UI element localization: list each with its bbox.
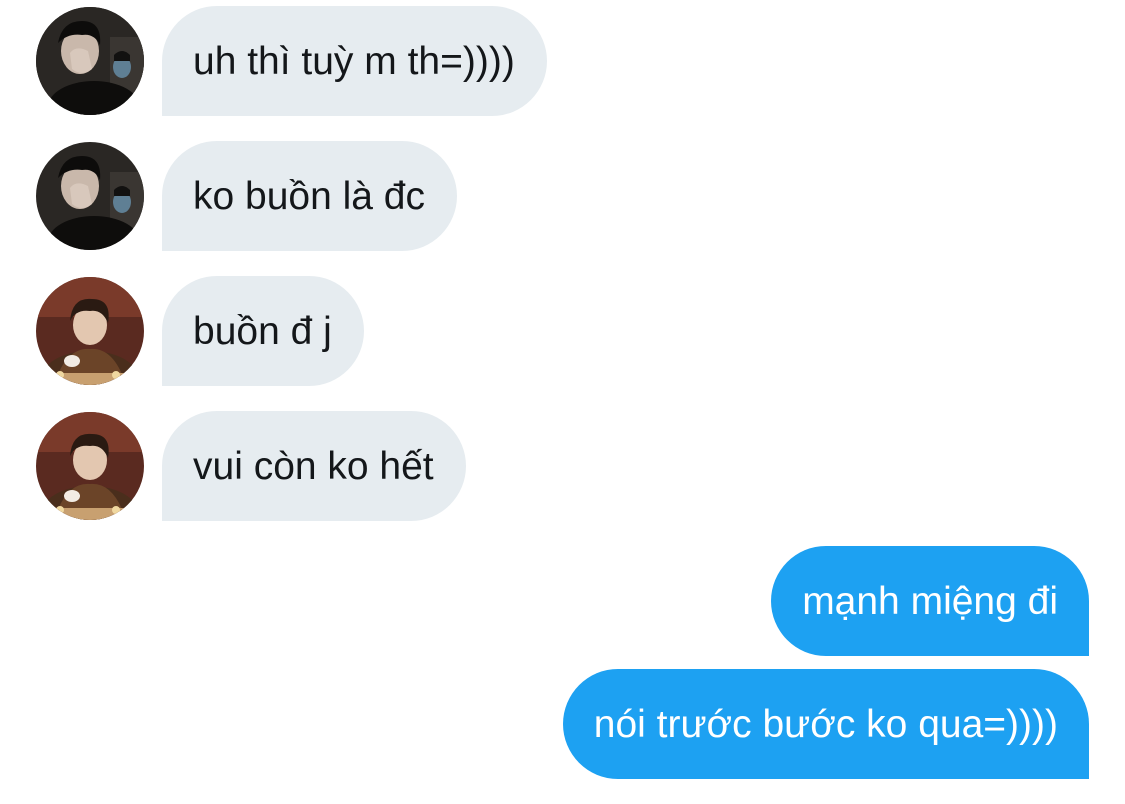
incoming-message-bubble[interactable]: buồn đ j — [162, 276, 364, 386]
message-row-outgoing: nói trước bước ko qua=)))) — [0, 669, 1125, 779]
message-row-outgoing: mạnh miệng đi — [0, 546, 1125, 656]
message-row-incoming: buồn đ j — [0, 276, 1125, 386]
incoming-message-bubble[interactable]: uh thì tuỳ m th=)))) — [162, 6, 547, 116]
incoming-message-bubble[interactable]: ko buồn là đc — [162, 141, 458, 251]
message-row-incoming: ko buồn là đc — [0, 141, 1125, 251]
message-text: vui còn ko hết — [193, 444, 434, 488]
outgoing-message-bubble[interactable]: nói trước bước ko qua=)))) — [562, 669, 1089, 779]
message-row-incoming: vui còn ko hết — [0, 411, 1125, 521]
outgoing-message-bubble[interactable]: mạnh miệng đi — [771, 546, 1089, 656]
user-avatar-a-icon[interactable] — [36, 142, 144, 250]
message-row-incoming: uh thì tuỳ m th=)))) — [0, 6, 1125, 116]
incoming-message-bubble[interactable]: vui còn ko hết — [162, 411, 466, 521]
user-avatar-b-icon[interactable] — [36, 412, 144, 520]
message-text: uh thì tuỳ m th=)))) — [193, 39, 515, 83]
message-text: ko buồn là đc — [193, 174, 426, 218]
user-avatar-a-icon[interactable] — [36, 7, 144, 115]
message-text: nói trước bước ko qua=)))) — [593, 702, 1058, 746]
user-avatar-b-icon[interactable] — [36, 277, 144, 385]
message-thread: uh thì tuỳ m th=)))) ko buồn là đc buồn … — [0, 0, 1125, 804]
message-text: mạnh miệng đi — [802, 579, 1058, 623]
message-text: buồn đ j — [193, 309, 332, 353]
